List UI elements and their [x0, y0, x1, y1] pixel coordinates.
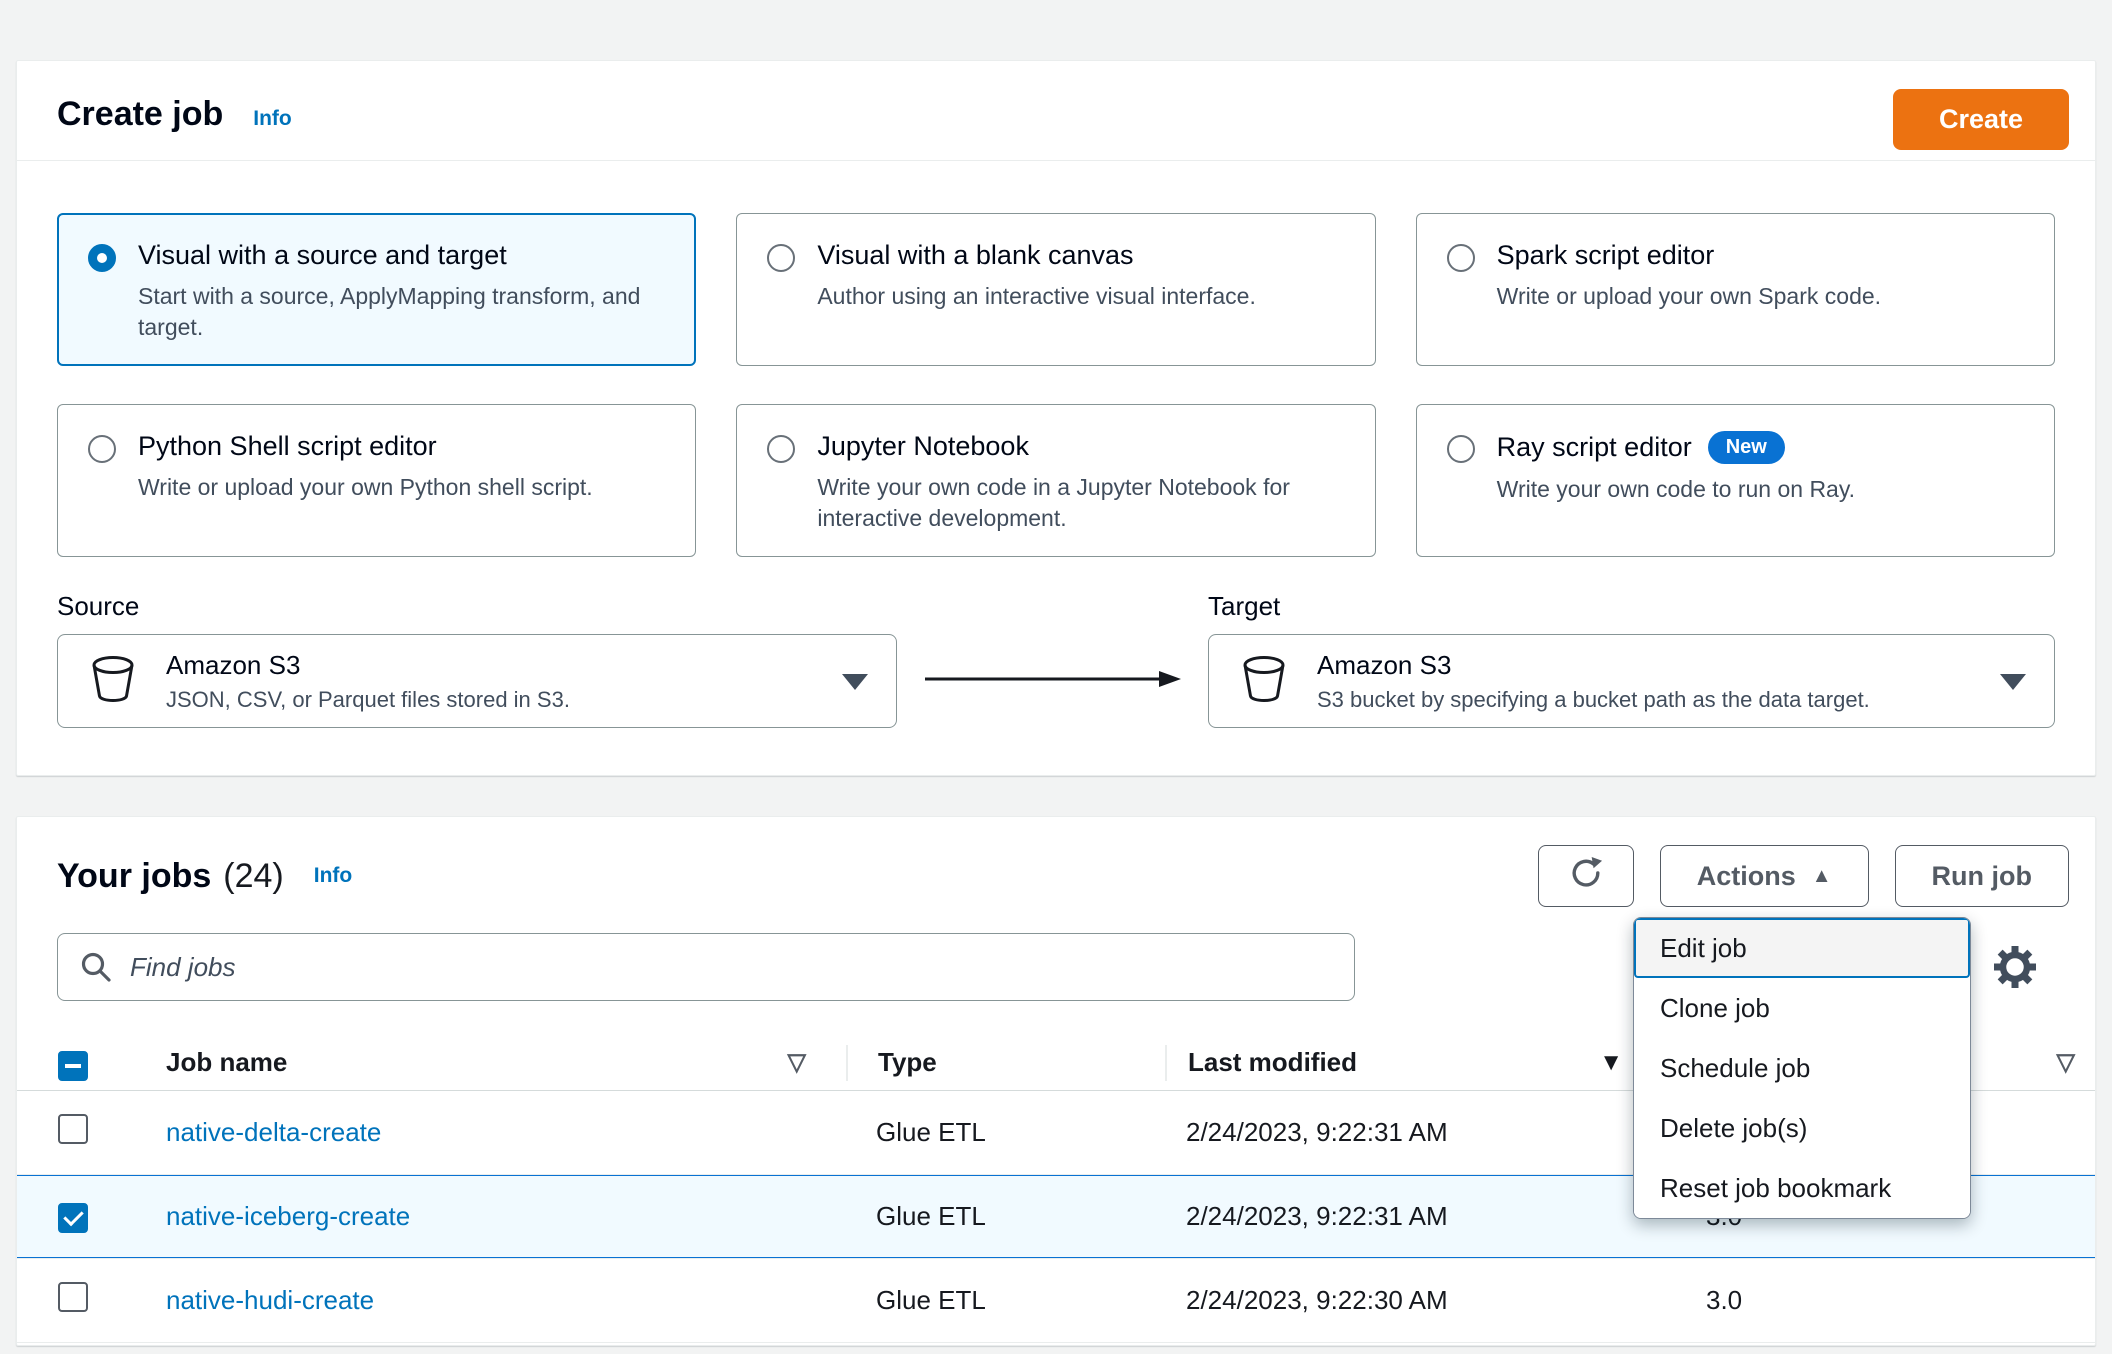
radio-selected-icon[interactable] — [88, 244, 116, 272]
actions-dropdown-menu: Edit job Clone job Schedule job Delete j… — [1633, 917, 1971, 1219]
your-jobs-panel: Your jobs (24) Info Actions ▲ Run job Fi… — [16, 816, 2096, 1346]
actions-button-label: Actions — [1696, 860, 1796, 891]
option-label: Ray script editor — [1496, 432, 1692, 462]
option-visual-source-target[interactable]: Visual with a source and target Start wi… — [57, 213, 697, 366]
option-ray-script-editor[interactable]: Ray script editor New Write your own cod… — [1415, 404, 2055, 557]
option-label: Python Shell script editor — [138, 431, 437, 461]
option-description: Author using an interactive visual inter… — [817, 283, 1256, 309]
option-description: Write your own code in a Jupyter Noteboo… — [817, 474, 1290, 532]
option-label: Visual with a source and target — [138, 240, 507, 270]
job-name-filter-icon[interactable]: ▽ — [788, 1048, 806, 1077]
find-jobs-input[interactable] — [57, 933, 1355, 1001]
job-type-options: Visual with a source and target Start wi… — [57, 213, 2055, 557]
jobs-title: Your jobs — [57, 856, 212, 895]
row-checkbox-checked[interactable] — [58, 1202, 88, 1233]
target-label: Target — [1208, 591, 1281, 621]
radio-icon[interactable] — [1446, 244, 1475, 272]
option-description: Start with a source, ApplyMapping transf… — [138, 283, 641, 341]
job-modified-cell: 2/24/2023, 9:22:30 AM — [1186, 1285, 1448, 1315]
job-name-link[interactable]: native-iceberg-create — [166, 1201, 410, 1232]
page-title: Create job — [57, 95, 224, 133]
option-label: Jupyter Notebook — [817, 431, 1029, 461]
option-description: Write or upload your own Python shell sc… — [138, 474, 593, 500]
option-label: Visual with a blank canvas — [817, 240, 1134, 270]
job-type-cell: Glue ETL — [876, 1285, 986, 1315]
target-select-description: S3 bucket by specifying a bucket path as… — [1317, 686, 1870, 712]
column-header-last-modified: Last modified — [1188, 1047, 1358, 1077]
option-visual-blank-canvas[interactable]: Visual with a blank canvas Author using … — [736, 213, 1376, 366]
run-job-button[interactable]: Run job — [1894, 845, 2069, 907]
job-modified-cell: 2/24/2023, 9:22:31 AM — [1186, 1117, 1448, 1147]
source-select-description: JSON, CSV, or Parquet files stored in S3… — [166, 686, 570, 712]
source-select[interactable]: Amazon S3 JSON, CSV, or Parquet files st… — [57, 634, 897, 728]
run-job-button-label: Run job — [1931, 860, 2032, 891]
target-block: Target Amazon S3 S3 bucket by specifying… — [1208, 591, 2055, 728]
target-select-value: Amazon S3 — [1317, 649, 1452, 680]
chevron-down-icon — [2000, 674, 2026, 690]
radio-icon[interactable] — [1446, 435, 1475, 463]
refresh-button[interactable] — [1537, 845, 1634, 907]
menu-item-delete-jobs[interactable]: Delete job(s) — [1634, 1098, 1970, 1158]
target-select[interactable]: Amazon S3 S3 bucket by specifying a buck… — [1208, 634, 2055, 728]
option-spark-script-editor[interactable]: Spark script editor Write or upload your… — [1415, 213, 2055, 366]
menu-item-reset-job-bookmark[interactable]: Reset job bookmark — [1634, 1158, 1970, 1218]
chevron-down-icon — [842, 674, 868, 690]
refresh-icon — [1569, 856, 1603, 897]
caret-up-icon: ▲ — [1811, 864, 1832, 887]
column-header-job-name: Job name — [166, 1047, 288, 1077]
create-button[interactable]: Create — [1892, 89, 2069, 150]
jobs-count: (24) — [223, 856, 284, 895]
create-job-header: Create job Info Create — [17, 61, 2095, 161]
last-modified-sort-icon[interactable]: ▼ — [1599, 1049, 1623, 1077]
new-badge: New — [1707, 431, 1785, 464]
table-row[interactable]: native-hudi-create Glue ETL 2/24/2023, 9… — [17, 1259, 2095, 1343]
menu-item-edit-job[interactable]: Edit job — [1634, 918, 1970, 978]
column-header-type: Type — [878, 1047, 937, 1077]
source-target-row: Source Amazon S3 JSON, CSV, or Parquet f… — [57, 591, 2055, 728]
job-version-cell: 3.0 — [1706, 1285, 1743, 1315]
option-description: Write or upload your own Spark code. — [1496, 283, 1882, 309]
radio-icon[interactable] — [88, 435, 116, 463]
job-name-link[interactable]: native-hudi-create — [166, 1285, 374, 1316]
radio-icon[interactable] — [767, 435, 796, 463]
row-checkbox[interactable] — [58, 1114, 88, 1144]
s3-bucket-icon — [1237, 652, 1291, 711]
option-jupyter-notebook[interactable]: Jupyter Notebook Write your own code in … — [736, 404, 1376, 557]
s3-bucket-icon — [86, 652, 140, 711]
menu-item-schedule-job[interactable]: Schedule job — [1634, 1038, 1970, 1098]
settings-gear-icon[interactable] — [1993, 945, 2037, 992]
radio-icon[interactable] — [767, 244, 796, 272]
source-to-target-arrow-icon — [897, 668, 1208, 690]
actions-button[interactable]: Actions ▲ — [1659, 845, 1869, 907]
create-job-panel: Create job Info Create Visual with a sou… — [16, 60, 2096, 776]
source-select-value: Amazon S3 — [166, 649, 301, 680]
row-checkbox[interactable] — [58, 1282, 88, 1312]
job-name-link[interactable]: native-delta-create — [166, 1117, 381, 1148]
your-jobs-header: Your jobs (24) Info Actions ▲ Run job — [57, 845, 2069, 907]
source-label: Source — [57, 591, 140, 621]
create-job-info-link[interactable]: Info — [253, 107, 291, 131]
select-all-checkbox[interactable] — [58, 1051, 88, 1081]
source-block: Source Amazon S3 JSON, CSV, or Parquet f… — [57, 591, 897, 728]
search-icon — [79, 950, 113, 989]
menu-item-clone-job[interactable]: Clone job — [1634, 978, 1970, 1038]
option-description: Write your own code to run on Ray. — [1496, 476, 1856, 502]
job-modified-cell: 2/24/2023, 9:22:31 AM — [1186, 1201, 1448, 1231]
jobs-info-link[interactable]: Info — [314, 864, 352, 888]
option-python-shell-editor[interactable]: Python Shell script editor Write or uplo… — [57, 404, 697, 557]
job-type-cell: Glue ETL — [876, 1201, 986, 1231]
version-filter-icon[interactable]: ▽ — [2057, 1048, 2075, 1077]
job-type-cell: Glue ETL — [876, 1117, 986, 1147]
option-label: Spark script editor — [1496, 240, 1715, 270]
